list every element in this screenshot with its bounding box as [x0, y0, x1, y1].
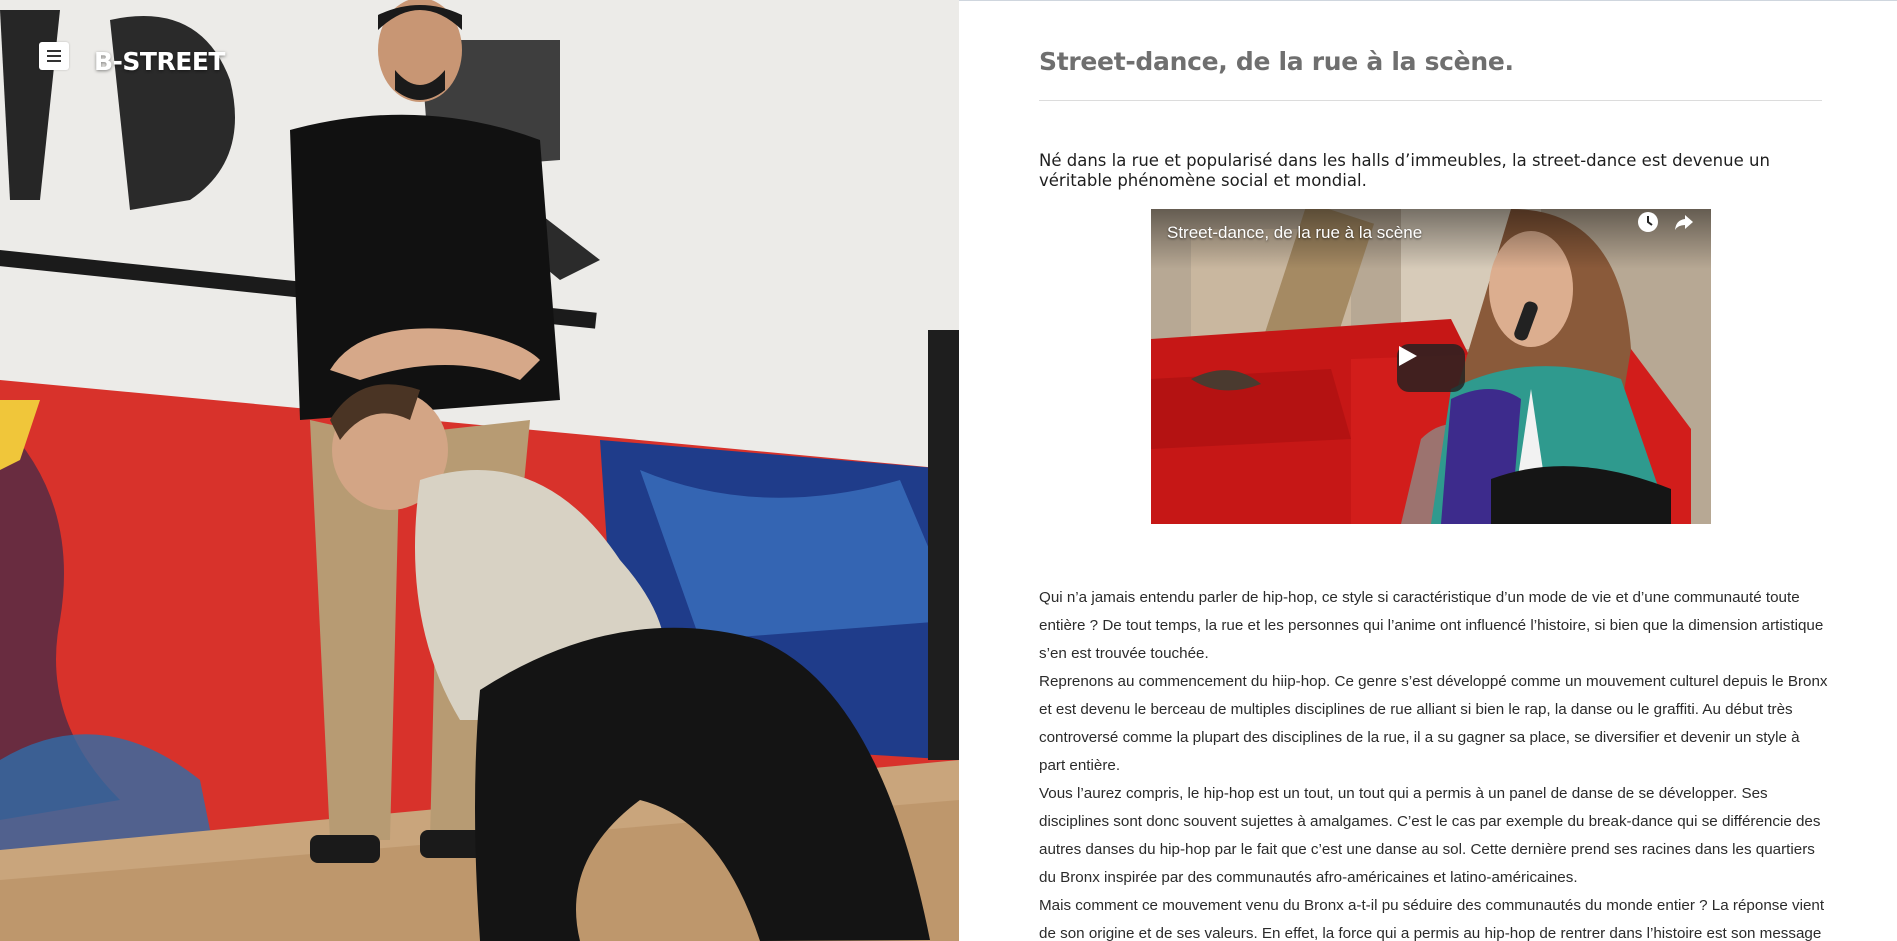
body-paragraph: Reprenons au commencement du hiip-hop. C…	[1039, 673, 1828, 774]
article-lead: Né dans la rue et popularisé dans les ha…	[1039, 151, 1770, 190]
body-paragraph: Mais comment ce mouvement venu du Bronx …	[1039, 897, 1825, 941]
embedded-video-player[interactable]: Street-dance, de la rue à la scène	[1151, 209, 1711, 524]
title-divider	[1039, 100, 1822, 101]
hero-photo: B-STREET	[0, 0, 959, 941]
article-panel: Street-dance, de la rue à la scène. Né d…	[959, 0, 1897, 941]
body-paragraph: Vous l’aurez compris, le hip-hop est un …	[1039, 785, 1821, 886]
video-title[interactable]: Street-dance, de la rue à la scène	[1167, 223, 1422, 243]
hamburger-menu-icon[interactable]	[39, 42, 69, 70]
article-body: Qui n’a jamais entendu parler de hip-hop…	[1039, 584, 1829, 941]
share-icon[interactable]	[1671, 209, 1697, 235]
watch-later-icon[interactable]	[1635, 209, 1661, 235]
article-title: Street-dance, de la rue à la scène.	[1039, 47, 1514, 76]
site-logo-text[interactable]: B-STREET	[94, 47, 225, 76]
body-paragraph: Qui n’a jamais entendu parler de hip-hop…	[1039, 589, 1824, 662]
play-icon[interactable]	[1397, 344, 1465, 392]
breakdancer-illustration	[0, 0, 959, 941]
